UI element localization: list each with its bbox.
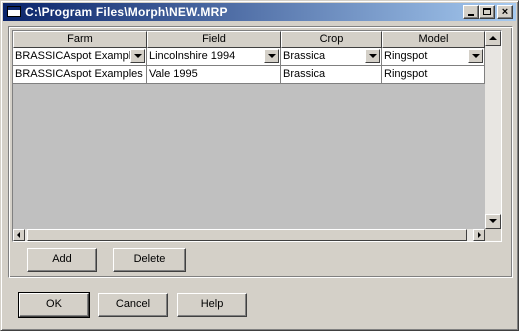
cell-text: Lincolnshire 1994 bbox=[149, 50, 236, 62]
scrollbar-corner bbox=[485, 229, 501, 241]
scroll-thumb[interactable] bbox=[27, 229, 467, 241]
minimize-button[interactable] bbox=[463, 5, 479, 19]
cell-text: Brassica bbox=[283, 50, 326, 62]
grid-cell-field[interactable]: Lincolnshire 1994 bbox=[147, 48, 281, 66]
data-grid[interactable]: Farm Field Crop Model BRASSICAspot Examp… bbox=[12, 30, 502, 242]
grid-cell-model[interactable]: Ringspot bbox=[382, 48, 485, 66]
grid-cell-crop[interactable]: Brassica bbox=[281, 48, 382, 66]
horizontal-scrollbar[interactable] bbox=[13, 229, 485, 241]
cell-text: Ringspot bbox=[384, 50, 428, 62]
scroll-down-icon[interactable] bbox=[485, 214, 501, 229]
window-title: C:\Program Files\Morph\NEW.MRP bbox=[25, 5, 228, 19]
grid-cell-farm[interactable]: BRASSICAspot Examples bbox=[13, 48, 147, 66]
column-header-field[interactable]: Field bbox=[147, 31, 281, 48]
grid-cell-farm[interactable]: BRASSICAspot Examples bbox=[13, 66, 147, 84]
close-icon: × bbox=[501, 6, 509, 18]
cell-text: BRASSICAspot Examples bbox=[15, 50, 143, 62]
grid-cell-model[interactable]: Ringspot bbox=[382, 66, 485, 84]
dropdown-arrow-icon[interactable] bbox=[365, 49, 380, 63]
minimize-icon bbox=[468, 14, 474, 16]
grid-cell-field[interactable]: Vale 1995 bbox=[147, 66, 281, 84]
maximize-icon bbox=[483, 8, 491, 15]
maximize-button[interactable] bbox=[479, 5, 495, 19]
column-header-farm[interactable]: Farm bbox=[13, 31, 147, 48]
column-header-model[interactable]: Model bbox=[382, 31, 485, 48]
help-button[interactable]: Help bbox=[177, 293, 247, 317]
ok-button[interactable]: OK bbox=[18, 292, 90, 318]
scroll-up-icon[interactable] bbox=[485, 31, 501, 46]
dropdown-arrow-icon[interactable] bbox=[468, 49, 483, 63]
cancel-button[interactable]: Cancel bbox=[98, 293, 168, 317]
dialog-window: C:\Program Files\Morph\NEW.MRP × Farm Fi… bbox=[0, 0, 519, 331]
grid-cell-crop[interactable]: Brassica bbox=[281, 66, 382, 84]
dropdown-arrow-icon[interactable] bbox=[130, 49, 145, 63]
delete-button[interactable]: Delete bbox=[113, 248, 186, 272]
app-window-icon[interactable] bbox=[7, 6, 21, 17]
scroll-left-icon[interactable] bbox=[13, 229, 25, 241]
scroll-right-icon[interactable] bbox=[473, 229, 485, 241]
add-button[interactable]: Add bbox=[27, 248, 97, 272]
grid-viewport: Farm Field Crop Model BRASSICAspot Examp… bbox=[13, 31, 485, 229]
dropdown-arrow-icon[interactable] bbox=[264, 49, 279, 63]
close-button[interactable]: × bbox=[497, 5, 513, 19]
column-header-crop[interactable]: Crop bbox=[281, 31, 382, 48]
title-bar[interactable]: C:\Program Files\Morph\NEW.MRP × bbox=[3, 3, 516, 21]
vertical-scrollbar[interactable] bbox=[485, 31, 501, 229]
